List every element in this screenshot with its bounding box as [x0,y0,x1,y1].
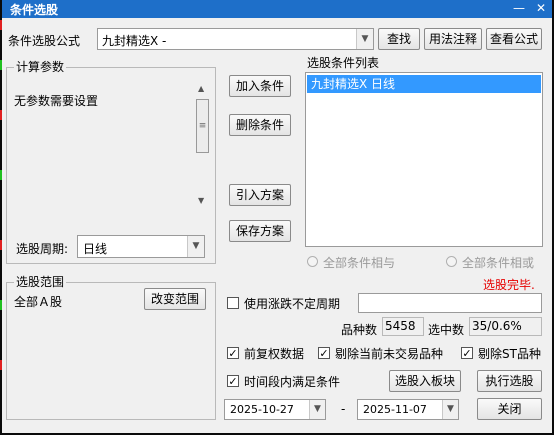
uncertain-period-label: 使用涨跌不定周期 [244,297,341,311]
date-separator: - [341,402,346,416]
save-scheme-button[interactable]: 保存方案 [229,220,291,242]
usage-notes-button[interactable]: 用法注释 [424,28,482,50]
selected-value: 35/0.6% [469,317,542,336]
uncertain-period-checkbox[interactable] [227,297,239,309]
add-condition-button[interactable]: 加入条件 [229,75,291,97]
scroll-down-icon[interactable]: ▼ [198,196,204,205]
radio-or-label: 全部条件相或 [462,256,535,270]
conditions-list[interactable]: 九封精选X 日线 [305,72,543,247]
chevron-down-icon[interactable]: ▼ [187,236,204,257]
period-value: 日线 [83,242,108,256]
scope-group-title: 选股范围 [14,275,67,289]
exclude-st-label: 剔除ST品种 [478,347,541,361]
prior-adjust-label: 前复权数据 [244,347,305,361]
chevron-down-icon[interactable]: ▼ [309,400,325,419]
start-date-picker[interactable]: 2025-10-27 ▼ [224,399,326,420]
exclude-st-checkbox[interactable]: ✓ [461,347,473,359]
execute-selection-button[interactable]: 执行选股 [477,370,542,392]
change-scope-button[interactable]: 改变范围 [144,288,206,310]
view-formula-button[interactable]: 查看公式 [486,28,542,50]
delete-condition-button[interactable]: 删除条件 [229,114,291,136]
title-bar[interactable]: 条件选股 — ✕ [2,0,552,18]
close-button[interactable]: 关闭 [477,398,542,420]
chevron-down-icon[interactable]: ▼ [356,29,373,49]
find-button[interactable]: 查找 [378,28,420,50]
params-group-title: 计算参数 [14,60,67,74]
condition-item[interactable]: 九封精选X 日线 [307,75,541,93]
params-scrollbar[interactable]: ▲ ≡ ▼ [195,81,211,209]
radio-and-label: 全部条件相与 [323,256,396,270]
chevron-down-icon[interactable]: ▼ [442,400,458,419]
params-text: 无参数需要设置 [14,94,99,108]
scroll-up-icon[interactable]: ▲ [198,84,204,93]
scope-value: 全部Ａ股 [14,295,63,309]
close-window-button[interactable]: ✕ [532,0,550,18]
add-to-block-button[interactable]: 选股入板块 [389,370,461,392]
end-date-picker[interactable]: 2025-11-07 ▼ [357,399,459,420]
exclude-untraded-checkbox[interactable]: ✓ [318,347,330,359]
prior-adjust-checkbox[interactable]: ✓ [227,347,239,359]
status-text: 选股完毕. [483,278,535,292]
count-label: 品种数 [341,323,378,337]
conditions-title: 选股条件列表 [307,56,380,70]
dialog-body: 条件选股公式 九封精选X - ▼ 查找 用法注释 查看公式 计算参数 无参数需要… [2,18,552,433]
formula-combobox[interactable]: 九封精选X - ▼ [97,28,374,50]
count-value: 5458 [382,317,424,336]
period-label: 选股周期: [16,242,69,256]
formula-value: 九封精选X - [102,34,167,48]
start-date-value: 2025-10-27 [230,403,294,416]
minimize-button[interactable]: — [510,0,528,18]
time-range-checkbox[interactable]: ✓ [227,375,239,387]
end-date-value: 2025-11-07 [363,403,427,416]
scroll-thumb[interactable]: ≡ [196,99,209,153]
radio-and[interactable] [307,256,318,267]
time-range-label: 时间段内满足条件 [244,375,341,389]
formula-label: 条件选股公式 [8,34,81,48]
window-title: 条件选股 [10,3,59,17]
selected-label: 选中数 [428,323,465,337]
uncertain-period-input[interactable] [358,293,542,313]
period-select[interactable]: 日线 ▼ [77,235,205,258]
exclude-untraded-label: 剔除当前未交易品种 [335,347,444,361]
import-scheme-button[interactable]: 引入方案 [229,184,291,206]
radio-or[interactable] [446,256,457,267]
